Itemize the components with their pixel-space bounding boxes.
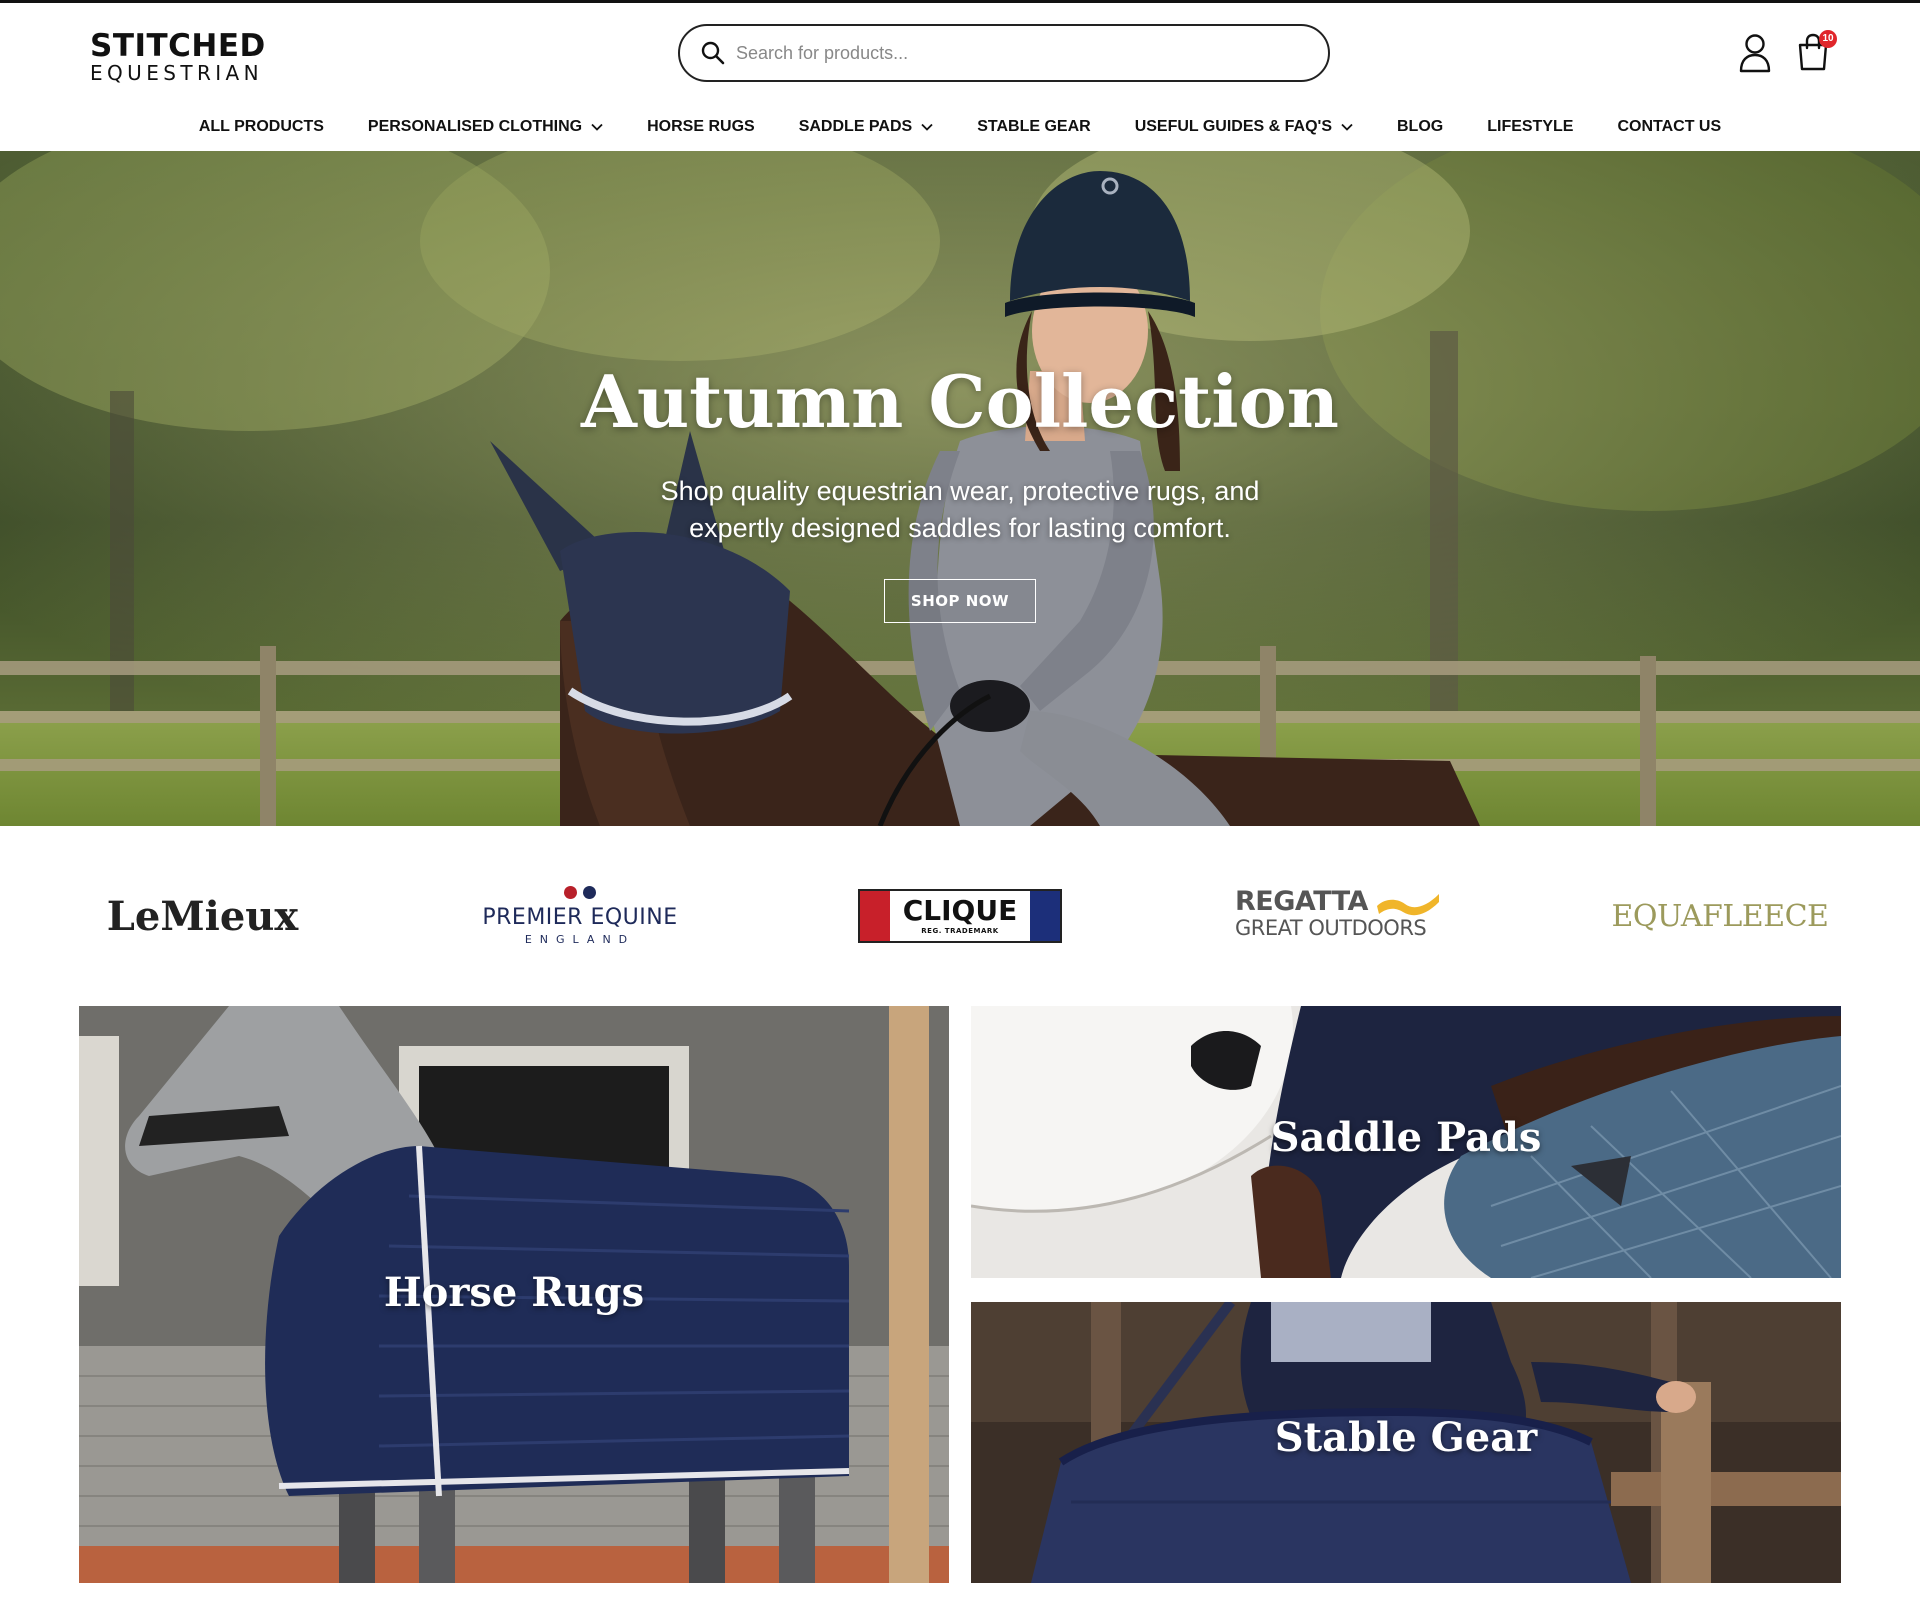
premier-navy-dot: [583, 886, 596, 899]
nav-label: HORSE RUGS: [647, 118, 755, 135]
regatta-name: REGATTA: [1235, 886, 1368, 917]
nav-stable-gear[interactable]: STABLE GEAR: [977, 118, 1090, 136]
nav-saddle-pads[interactable]: SADDLE PADS: [799, 118, 934, 136]
hero-subtitle: Shop quality equestrian wear, protective…: [660, 476, 1260, 543]
shop-now-button[interactable]: SHOP NOW: [884, 579, 1036, 623]
clique-red-stripe: [860, 891, 890, 941]
lemieux-logo[interactable]: LeMieux: [90, 826, 315, 1006]
category-tile-saddle-pads[interactable]: Saddle Pads: [971, 1006, 1841, 1278]
search-icon[interactable]: [700, 40, 726, 66]
nav-contact-us[interactable]: CONTACT US: [1617, 118, 1721, 136]
nav-label: PERSONALISED CLOTHING: [367, 118, 583, 135]
clique-center: CLIQUE REG. TRADEMARK: [890, 891, 1030, 941]
nav-label: CONTACT US: [1617, 118, 1722, 135]
clique-logo[interactable]: CLIQUE REG. TRADEMARK: [858, 826, 1062, 1006]
regatta-logo[interactable]: REGATTA GREAT OUTDOORS: [1235, 886, 1445, 946]
chevron-down-icon: [591, 123, 603, 131]
category-tile-stable-gear[interactable]: Stable Gear: [971, 1302, 1841, 1583]
nav-label: USEFUL GUIDES & FAQ'S: [1134, 118, 1332, 135]
stable-gear-label: Stable Gear: [1274, 1414, 1538, 1461]
nav-all-products[interactable]: ALL PRODUCTS: [199, 118, 324, 136]
nav-lifestyle[interactable]: LIFESTYLE: [1487, 118, 1573, 136]
clique-trademark: REG. TRADEMARK: [921, 927, 999, 935]
logo-wordmark-top: STITCHED: [90, 28, 266, 64]
main-navigation: ALL PRODUCTS PERSONALISED CLOTHING HORSE…: [0, 103, 1920, 151]
category-tile-horse-rugs[interactable]: Horse Rugs: [79, 1006, 949, 1583]
equafleece-logo[interactable]: EQUAFLEECE: [1605, 826, 1835, 1006]
saddle-pads-label: Saddle Pads: [1270, 1114, 1542, 1161]
brand-logos-strip: LeMieux PREMIER EQUINE ENGLAND CLIQUE RE…: [0, 826, 1920, 1006]
premier-red-dot: [564, 886, 577, 899]
premier-equine-subtitle: ENGLAND: [524, 933, 636, 946]
nav-label: STABLE GEAR: [977, 118, 1091, 135]
search-input[interactable]: [736, 42, 1296, 64]
hero-banner: Autumn Collection Shop quality equestria…: [0, 151, 1920, 826]
chevron-down-icon: [921, 123, 933, 131]
regatta-subtitle: GREAT OUTDOORS: [1235, 916, 1427, 940]
premier-equine-dots: [564, 886, 596, 899]
premier-equine-name: PREMIER EQUINE: [482, 905, 678, 930]
logo-wordmark-bottom: EQUESTRIAN: [90, 61, 264, 85]
nav-personalised-clothing[interactable]: PERSONALISED CLOTHING: [368, 118, 603, 136]
clique-name: CLIQUE: [902, 894, 1018, 927]
cart-button[interactable]: 10: [1796, 30, 1842, 76]
nav-label: ALL PRODUCTS: [198, 118, 324, 135]
premier-equine-logo[interactable]: PREMIER EQUINE ENGLAND: [470, 826, 690, 1006]
hero-title: Autumn Collection: [580, 359, 1340, 444]
clique-badge: CLIQUE REG. TRADEMARK: [858, 889, 1062, 943]
nav-label: SADDLE PADS: [798, 118, 913, 135]
clique-blue-stripe: [1030, 891, 1060, 941]
account-icon[interactable]: [1738, 33, 1772, 73]
nav-blog[interactable]: BLOG: [1397, 118, 1443, 136]
horse-rugs-label: Horse Rugs: [383, 1269, 645, 1316]
nav-label: BLOG: [1397, 118, 1444, 135]
nav-useful-guides[interactable]: USEFUL GUIDES & FAQ'S: [1135, 118, 1353, 136]
site-header: STITCHED EQUESTRIAN 10: [0, 3, 1920, 103]
chevron-down-icon: [1341, 123, 1353, 131]
cart-count-badge: 10: [1819, 30, 1837, 48]
regatta-swoosh-icon: [1377, 894, 1439, 916]
site-logo[interactable]: STITCHED EQUESTRIAN: [90, 28, 266, 85]
nav-horse-rugs[interactable]: HORSE RUGS: [647, 118, 755, 136]
nav-label: LIFESTYLE: [1487, 118, 1574, 135]
search-bar[interactable]: [678, 24, 1330, 82]
